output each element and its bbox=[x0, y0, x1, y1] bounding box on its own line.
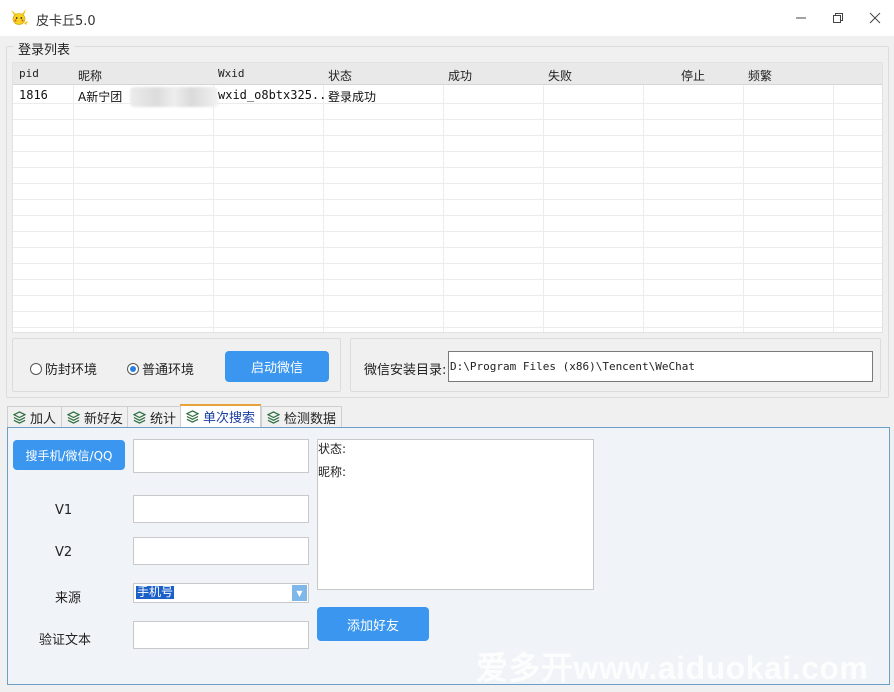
layers-icon bbox=[186, 410, 199, 423]
close-icon bbox=[869, 12, 881, 24]
launch-wechat-button[interactable]: 启动微信 bbox=[225, 351, 329, 382]
layers-icon bbox=[13, 410, 26, 424]
grid-divider bbox=[13, 263, 882, 264]
grid-divider bbox=[13, 311, 882, 312]
pikachu-icon bbox=[11, 9, 28, 25]
grid-divider bbox=[13, 183, 882, 184]
chevron-down-icon[interactable]: ▼ bbox=[292, 585, 307, 601]
tab-check-data[interactable]: 检测数据 bbox=[261, 406, 343, 427]
column-header-frequent[interactable]: 频繁 bbox=[748, 67, 772, 84]
source-label: 来源 bbox=[55, 591, 82, 606]
column-header-pid[interactable]: pid bbox=[19, 67, 39, 80]
grid-divider bbox=[13, 295, 882, 296]
source-select[interactable]: 手机号 ▼ bbox=[133, 583, 309, 603]
layers-icon bbox=[133, 410, 146, 424]
grid-divider bbox=[13, 167, 882, 168]
cell-nickname: A新宁团 bbox=[78, 90, 123, 104]
search-input[interactable] bbox=[133, 439, 309, 473]
login-list-title: 登录列表 bbox=[14, 39, 75, 58]
column-header-status[interactable]: 状态 bbox=[328, 67, 352, 84]
v2-label: V2 bbox=[55, 545, 73, 560]
table-header: pid 昵称 Wxid 状态 成功 失败 停止 频繁 bbox=[13, 63, 882, 85]
grid-divider bbox=[13, 327, 882, 328]
column-header-wxid[interactable]: Wxid bbox=[218, 67, 245, 80]
grid-divider bbox=[13, 231, 882, 232]
search-result-box: 状态: 昵称: bbox=[317, 439, 594, 590]
v1-input[interactable] bbox=[133, 495, 309, 523]
radio-label: 防封环境 bbox=[45, 363, 98, 378]
tab-label: 单次搜索 bbox=[203, 411, 256, 426]
cell-status: 登录成功 bbox=[328, 90, 377, 104]
v2-input[interactable] bbox=[133, 537, 309, 565]
result-nickname-label: 昵称: bbox=[318, 465, 347, 479]
search-phone-wechat-qq-button[interactable]: 搜手机/微信/QQ bbox=[13, 440, 125, 470]
restore-button[interactable] bbox=[824, 6, 852, 30]
title-bar: 皮卡丘5.0 bbox=[0, 0, 894, 36]
tab-add-people[interactable]: 加人 bbox=[7, 406, 63, 427]
cell-wxid: wxid_o8btx325... bbox=[218, 88, 334, 102]
redaction-blur bbox=[130, 87, 218, 107]
tab-label: 新好友 bbox=[84, 411, 124, 427]
grid-divider bbox=[13, 247, 882, 248]
column-header-success[interactable]: 成功 bbox=[448, 67, 472, 84]
column-header-stop[interactable]: 停止 bbox=[681, 67, 705, 84]
cell-pid: 1816 bbox=[19, 88, 48, 102]
minimize-icon bbox=[796, 17, 806, 19]
radio-indicator bbox=[30, 362, 42, 375]
verify-text-label: 验证文本 bbox=[39, 633, 92, 648]
tab-label: 检测数据 bbox=[284, 411, 337, 427]
radio-normal[interactable]: 普通环境 bbox=[127, 359, 194, 378]
grid-divider bbox=[13, 199, 882, 200]
install-dir-input[interactable]: D:\Program Files (x86)\Tencent\WeChat bbox=[448, 351, 873, 382]
minimize-button[interactable] bbox=[787, 6, 815, 30]
tab-single-search[interactable]: 单次搜索 bbox=[180, 404, 262, 428]
watermark-text: 爱多开www.aiduokai.com bbox=[476, 650, 869, 686]
close-button[interactable] bbox=[861, 6, 889, 30]
window-title: 皮卡丘5.0 bbox=[36, 14, 96, 29]
login-table[interactable]: pid 昵称 Wxid 状态 成功 失败 停止 频繁 1816 A新宁团 wxi… bbox=[12, 62, 883, 333]
install-dir-label: 微信安装目录: bbox=[364, 363, 447, 378]
radio-indicator-selected bbox=[127, 362, 139, 375]
grid-divider bbox=[13, 279, 882, 280]
add-friend-button[interactable]: 添加好友 bbox=[317, 607, 429, 641]
grid-divider bbox=[13, 151, 882, 152]
layers-icon bbox=[67, 410, 80, 424]
layers-icon bbox=[267, 410, 280, 424]
tab-label: 统计 bbox=[150, 411, 177, 427]
result-status-label: 状态: bbox=[318, 442, 347, 456]
radio-anti-ban[interactable]: 防封环境 bbox=[30, 359, 97, 378]
tab-new-friends[interactable]: 新好友 bbox=[61, 406, 130, 427]
grid-divider bbox=[13, 119, 882, 120]
verify-text-input[interactable] bbox=[133, 621, 309, 649]
grid-divider bbox=[13, 135, 882, 136]
restore-icon bbox=[833, 13, 843, 23]
v1-label: V1 bbox=[55, 503, 73, 518]
source-selected-value: 手机号 bbox=[136, 585, 175, 599]
column-header-fail[interactable]: 失败 bbox=[548, 67, 572, 84]
column-header-nickname[interactable]: 昵称 bbox=[78, 67, 102, 84]
radio-label: 普通环境 bbox=[142, 363, 195, 378]
tab-label: 加人 bbox=[30, 411, 57, 427]
grid-divider bbox=[13, 215, 882, 216]
tab-statistics[interactable]: 统计 bbox=[127, 406, 183, 427]
